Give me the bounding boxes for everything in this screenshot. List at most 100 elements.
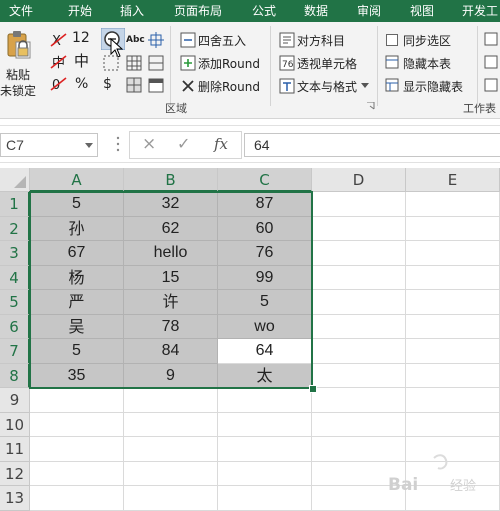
cell-e5[interactable] [406, 290, 500, 315]
cell-b10[interactable] [124, 412, 218, 437]
cell-b3[interactable]: hello [124, 241, 218, 266]
cell-b2[interactable]: 62 [124, 216, 218, 241]
cell-e3[interactable] [406, 241, 500, 266]
cell-b9[interactable] [124, 388, 218, 413]
round-icon[interactable] [180, 32, 196, 48]
abc-icon[interactable]: Abc [126, 32, 145, 48]
tab-developer[interactable]: 开发工 [462, 0, 498, 22]
enter-icon[interactable]: ✓ [177, 134, 190, 153]
cell-d2[interactable] [312, 216, 406, 241]
currency-icon[interactable]: $ [103, 76, 112, 92]
number-12-icon[interactable]: 12 [72, 30, 90, 46]
row-header[interactable]: 8 [0, 363, 30, 388]
chinese-char-icon[interactable]: 中 [74, 53, 89, 69]
cell-e9[interactable] [406, 388, 500, 413]
cell-c8[interactable]: 太 [218, 363, 312, 388]
merge-cells-icon[interactable] [148, 55, 164, 71]
select-all-corner[interactable] [0, 168, 30, 192]
cell-c1[interactable]: 87 [218, 192, 312, 217]
cell-c12[interactable] [218, 461, 312, 486]
dialog-launcher-icon[interactable] [367, 102, 375, 110]
sync-selection-checkbox[interactable] [386, 34, 398, 46]
tab-insert[interactable]: 插入 [120, 0, 144, 22]
cell-a4[interactable]: 杨 [30, 265, 124, 290]
calendar-icon[interactable] [148, 77, 164, 93]
column-header-d[interactable]: D [312, 168, 406, 192]
cell-c7-active[interactable]: 64 [218, 339, 312, 364]
cell-b11[interactable] [124, 437, 218, 462]
column-header-a[interactable]: A [30, 168, 124, 192]
cell-d5[interactable] [312, 290, 406, 315]
table-grid-icon[interactable] [126, 55, 142, 71]
cell-c11[interactable] [218, 437, 312, 462]
more-options-icon[interactable] [116, 136, 120, 152]
add-round-button[interactable]: 添加Round [198, 55, 260, 72]
extra-icon[interactable] [484, 78, 498, 92]
cell-d9[interactable] [312, 388, 406, 413]
cell-a10[interactable] [30, 412, 124, 437]
text-format-button[interactable]: 文本与格式 [297, 78, 357, 95]
row-header[interactable]: 11 [0, 437, 30, 462]
delete-round-icon[interactable] [180, 78, 196, 94]
cell-b8[interactable]: 9 [124, 363, 218, 388]
account-icon[interactable] [279, 32, 295, 48]
opposite-account-button[interactable]: 对方科目 [297, 32, 345, 49]
name-box[interactable]: C7 [0, 133, 98, 157]
row-header[interactable]: 9 [0, 388, 30, 413]
tab-file[interactable]: 文件 [9, 0, 33, 22]
cell-a8[interactable]: 35 [30, 363, 124, 388]
cell-e1[interactable] [406, 192, 500, 217]
strike-zero-icon[interactable]: 0 [50, 76, 68, 92]
cell-a6[interactable]: 吴 [30, 314, 124, 339]
insert-function-icon[interactable]: fx [214, 135, 228, 153]
extra-icon[interactable] [484, 32, 498, 46]
cell-b12[interactable] [124, 461, 218, 486]
cell-d1[interactable] [312, 192, 406, 217]
row-header[interactable]: 5 [0, 290, 30, 315]
chevron-down-icon[interactable] [361, 83, 369, 89]
hide-sheet-button[interactable]: 隐藏本表 [403, 55, 451, 72]
cell-e6[interactable] [406, 314, 500, 339]
cell-a5[interactable]: 严 [30, 290, 124, 315]
cell-b13[interactable] [124, 486, 218, 511]
tab-view[interactable]: 视图 [410, 0, 434, 22]
cell-c2[interactable]: 60 [218, 216, 312, 241]
move-cell-icon[interactable] [148, 32, 164, 48]
cell-c6[interactable]: wo [218, 314, 312, 339]
dotted-grid-icon[interactable] [103, 55, 119, 71]
cell-c4[interactable]: 99 [218, 265, 312, 290]
hide-sheet-icon[interactable] [385, 55, 399, 69]
round-button[interactable]: 四舍五入 [198, 32, 246, 49]
cell-e8[interactable] [406, 363, 500, 388]
tab-data[interactable]: 数据 [304, 0, 328, 22]
extra-icon[interactable] [484, 55, 498, 69]
cell-a2[interactable]: 孙 [30, 216, 124, 241]
cell-e10[interactable] [406, 412, 500, 437]
paste-unlocked-button[interactable]: 粘贴 未锁定 [0, 22, 42, 102]
grid-fill-icon[interactable] [126, 77, 142, 93]
cell-b4[interactable]: 15 [124, 265, 218, 290]
cell-a1[interactable]: 5 [30, 192, 124, 217]
column-header-e[interactable]: E [406, 168, 500, 192]
strike-chinese-icon[interactable]: 中 [50, 54, 68, 70]
percent-icon[interactable]: % [75, 76, 88, 92]
row-header[interactable]: 4 [0, 265, 30, 290]
cell-d3[interactable] [312, 241, 406, 266]
cell-a13[interactable] [30, 486, 124, 511]
formula-input[interactable]: 64 [244, 133, 500, 157]
strike-number-icon[interactable]: X [50, 32, 68, 48]
row-header[interactable]: 3 [0, 241, 30, 266]
cell-d10[interactable] [312, 412, 406, 437]
cell-b6[interactable]: 78 [124, 314, 218, 339]
cell-e2[interactable] [406, 216, 500, 241]
cell-b1[interactable]: 32 [124, 192, 218, 217]
tab-review[interactable]: 审阅 [357, 0, 381, 22]
tab-page-layout[interactable]: 页面布局 [174, 0, 222, 22]
cell-d8[interactable] [312, 363, 406, 388]
pivot-cell-button[interactable]: 透视单元格 [297, 55, 357, 72]
row-header[interactable]: 7 [0, 339, 30, 364]
tab-formulas[interactable]: 公式 [252, 0, 276, 22]
row-header[interactable]: 1 [0, 192, 30, 217]
cell-a12[interactable] [30, 461, 124, 486]
cancel-icon[interactable]: × [142, 134, 156, 154]
